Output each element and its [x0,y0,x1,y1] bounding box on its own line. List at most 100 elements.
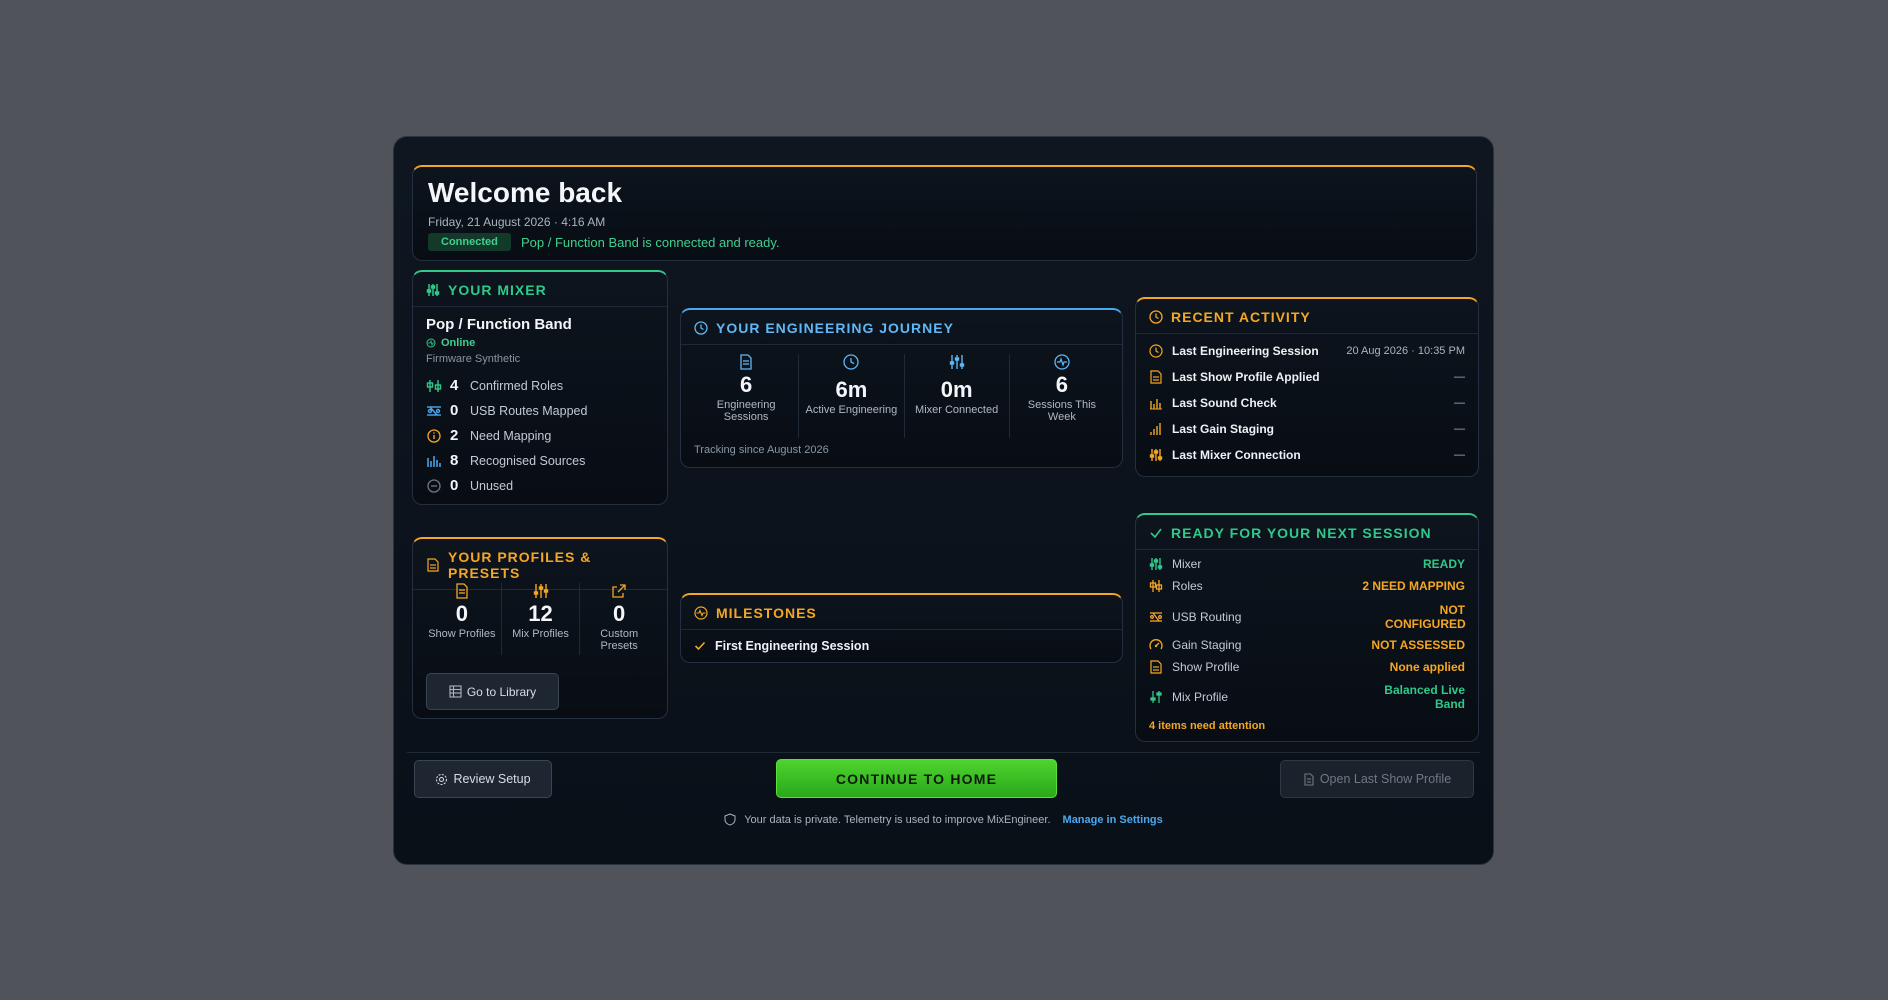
check-icon [694,640,706,652]
document-icon [1149,660,1163,674]
journey-label: Sessions This Week [1027,399,1097,423]
faders-icon [1149,448,1163,462]
profiles-stats: 0 Show Profiles 12 Mix Profiles 0 Custom… [423,583,658,655]
connection-status-text: Pop / Function Band is connected and rea… [521,235,780,250]
stat-confirmed-roles: 4 Confirmed Roles [426,377,563,394]
activity-card: RECENT ACTIVITY Last Engineering Session… [1135,297,1479,477]
clock-icon [843,354,860,370]
journey-stat-mixer: 0m Mixer Connected [905,354,1010,438]
mixer-name: Pop / Function Band [426,316,572,333]
document-icon [1303,772,1315,786]
journey-label: Active Engineering [805,404,898,416]
ready-value: 2 NEED MAPPING [1362,579,1465,593]
journey-value: 6 [740,372,753,397]
ready-label: USB Routing [1172,610,1242,624]
minus-circle-icon [426,478,442,493]
activity-label: Last Gain Staging [1172,422,1275,436]
review-setup-label: Review Setup [453,772,531,786]
ready-label: Gain Staging [1172,638,1242,652]
journey-stat-week: 6 Sessions This Week [1010,354,1114,438]
milestone-label: First Engineering Session [715,639,870,653]
roles-icon [426,379,442,393]
stat-number: 0 [450,477,459,494]
shield-icon [724,813,736,826]
pulse-icon [694,606,708,620]
gauge-icon [1149,638,1163,652]
stat-label: Unused [470,478,514,493]
ready-row-gain: Gain Staging NOT ASSESSED [1149,638,1465,652]
journey-value: 0m [940,377,973,402]
ready-value: None applied [1389,660,1465,674]
review-setup-button[interactable]: Review Setup [414,760,552,798]
journey-label: Engineering Sessions [716,399,776,423]
activity-row: Last Sound Check — [1149,396,1465,410]
profile-value: 12 [528,601,553,626]
stat-usb-routes: 0 USB Routes Mapped [426,402,587,419]
library-icon [449,685,462,698]
activity-value: — [1454,371,1465,383]
privacy-note: Your data is private. Telemetry is used … [394,813,1493,826]
stat-need-mapping: 2 Need Mapping [426,427,551,444]
ready-row-roles: Roles 2 NEED MAPPING [1149,579,1465,593]
profile-label: Mix Profiles [512,628,569,640]
journey-stat-sessions: 6 Engineering Sessions [694,354,800,438]
bars-icon [1149,396,1163,410]
journey-card-heading: YOUR ENGINEERING JOURNEY [681,310,1122,345]
signal-icon [1149,422,1163,436]
journey-value: 6m [835,377,868,402]
attention-note: 4 items need attention [1149,720,1266,732]
activity-label: Last Show Profile Applied [1172,370,1320,384]
profile-label: Show Profiles [428,628,496,640]
stat-label: Need Mapping [470,428,552,443]
open-last-show-profile-label: Open Last Show Profile [1319,772,1452,786]
faders-icon [949,354,965,370]
stat-number: 0 [450,402,459,419]
tracking-since: Tracking since August 2026 [694,444,829,456]
profile-value: 0 [613,601,626,626]
document-icon [1149,370,1163,384]
profile-stat-custom: 0 Custom Presets [580,583,658,655]
profiles-card-title: YOUR PROFILES & PRESETS [448,549,592,581]
stat-label: USB Routes Mapped [470,403,588,418]
activity-row: Last Mixer Connection — [1149,448,1465,462]
manage-in-settings-link[interactable]: Manage in Settings [1063,814,1163,826]
mixer-card-heading: YOUR MIXER [413,272,667,307]
activity-label: Last Engineering Session [1172,344,1319,358]
activity-label: Last Sound Check [1172,396,1277,410]
activity-value: — [1454,397,1465,409]
journey-value: 6 [1055,372,1068,397]
roles-icon [1149,579,1163,593]
ready-row-usb: USB Routing NOT CONFIGURED [1149,603,1466,631]
stat-label: Recognised Sources [470,453,586,468]
profile-value: 0 [455,601,468,626]
clock-icon [694,321,708,335]
activity-row: Last Engineering Session 20 Aug 2026 · 1… [1149,344,1465,358]
journey-card-title: YOUR ENGINEERING JOURNEY [716,320,954,336]
activity-label: Last Mixer Connection [1172,448,1301,462]
activity-row: Last Show Profile Applied — [1149,370,1465,384]
go-to-library-button[interactable]: Go to Library [426,673,559,710]
journey-stat-active: 6m Active Engineering [799,354,905,438]
profile-stat-mix: 12 Mix Profiles [502,583,581,655]
gear-icon [435,773,448,786]
stat-number: 2 [450,427,459,444]
ready-value: NOT CONFIGURED [1385,603,1466,631]
clock-icon [1149,310,1163,324]
document-icon [426,558,440,572]
activity-row: Last Gain Staging — [1149,422,1465,436]
profile-label: Custom Presets [600,628,639,652]
activity-card-title: RECENT ACTIVITY [1171,309,1311,325]
ready-label: Mix Profile [1172,690,1229,704]
info-icon [426,428,442,443]
stat-number: 8 [450,452,459,469]
stat-recognised-sources: 8 Recognised Sources [426,452,585,469]
open-last-show-profile-button[interactable]: Open Last Show Profile [1280,760,1474,798]
milestones-card-title: MILESTONES [716,605,817,621]
ready-label: Show Profile [1172,660,1240,674]
footer-divider [407,752,1480,753]
ready-label: Mixer [1172,557,1202,571]
mixer-card: YOUR MIXER Pop / Function Band Online Fi… [412,270,668,505]
journey-card: YOUR ENGINEERING JOURNEY 6 Engineering S… [680,308,1123,468]
continue-to-home-button[interactable]: CONTINUE TO HOME [776,759,1057,798]
ready-row-show-profile: Show Profile None applied [1149,660,1465,674]
